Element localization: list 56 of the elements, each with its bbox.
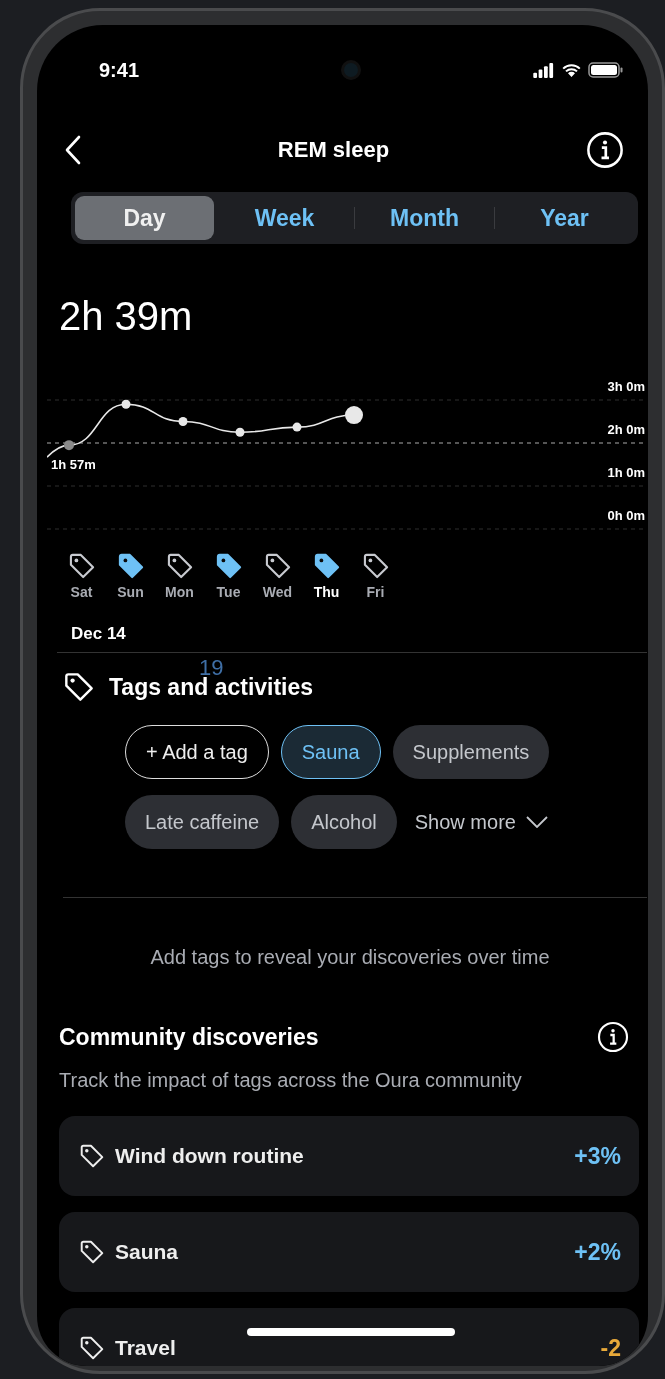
axis-label: 0h 0m bbox=[607, 508, 645, 523]
tag-chip[interactable]: Sauna bbox=[280, 725, 381, 779]
day-label[interactable]: Fri bbox=[366, 584, 385, 600]
day-label[interactable]: Thu bbox=[313, 584, 340, 600]
period-tab[interactable]: Day bbox=[75, 196, 214, 240]
discovery-card[interactable]: Wind down routine +3% bbox=[59, 1116, 639, 1196]
impact-value: +2% bbox=[574, 1238, 621, 1266]
show-more-button[interactable]: Show more bbox=[408, 795, 554, 849]
impact-value: -2 bbox=[600, 1334, 621, 1362]
data-point bbox=[178, 417, 188, 426]
discovery-label: Travel bbox=[115, 1336, 177, 1360]
axis-label: 1h 0m bbox=[607, 465, 645, 480]
section-title: Community discoveries bbox=[59, 1023, 319, 1051]
day-label[interactable]: Sat bbox=[70, 584, 93, 600]
back-icon[interactable] bbox=[65, 135, 81, 165]
camera-icon bbox=[341, 60, 361, 80]
section-subtitle: Track the impact of tags across the Oura community bbox=[59, 1069, 523, 1092]
data-point bbox=[64, 440, 74, 451]
day-label[interactable]: Tue bbox=[216, 584, 241, 600]
screen-title: REM sleep bbox=[277, 137, 390, 163]
data-point bbox=[121, 399, 131, 409]
point-label: 1h 57m bbox=[51, 457, 96, 473]
impact-value: +3% bbox=[574, 1142, 621, 1170]
period-tab[interactable]: Week bbox=[215, 196, 354, 240]
hint-text: Add tags to reveal your discoveries over time bbox=[149, 945, 551, 969]
discovery-card[interactable]: Travel -2 bbox=[59, 1308, 639, 1366]
tag-chip[interactable]: Late caffeine bbox=[125, 795, 280, 849]
chevron-down-icon bbox=[525, 816, 548, 828]
status-time: 9:41 bbox=[99, 58, 140, 82]
discovery-card[interactable]: Sauna +2% bbox=[59, 1212, 639, 1292]
info-icon[interactable] bbox=[586, 131, 624, 169]
axis-label: 3h 0m bbox=[607, 379, 645, 394]
day-label[interactable]: Mon bbox=[165, 584, 194, 600]
tag-icon bbox=[79, 1239, 105, 1265]
rem-duration: 2h 39m bbox=[58, 293, 194, 340]
tag-icon bbox=[63, 671, 95, 703]
data-point bbox=[235, 427, 245, 437]
tag-chip[interactable]: Supplements bbox=[392, 725, 550, 779]
add-tag-button[interactable]: + Add a tag bbox=[125, 725, 269, 779]
discovery-label: Wind down routine bbox=[115, 1144, 305, 1168]
date-label: Dec 14 bbox=[70, 623, 127, 644]
battery-icon bbox=[588, 62, 624, 78]
axis-label: 2h 0m bbox=[607, 422, 645, 437]
tag-chip[interactable]: Alcohol bbox=[291, 795, 397, 849]
signal-icon bbox=[533, 62, 555, 78]
discovery-label: Sauna bbox=[115, 1240, 180, 1264]
period-tab[interactable]: Month bbox=[355, 196, 494, 240]
day-label[interactable]: Sun bbox=[117, 584, 144, 600]
wifi-icon bbox=[561, 62, 582, 78]
period-tab[interactable]: Year bbox=[495, 196, 634, 240]
tag-icon bbox=[79, 1143, 105, 1169]
tag-icon bbox=[79, 1335, 105, 1361]
data-point bbox=[345, 406, 363, 425]
day-label[interactable]: Wed bbox=[262, 584, 293, 600]
data-point bbox=[292, 422, 302, 432]
info-icon[interactable] bbox=[597, 1021, 629, 1053]
